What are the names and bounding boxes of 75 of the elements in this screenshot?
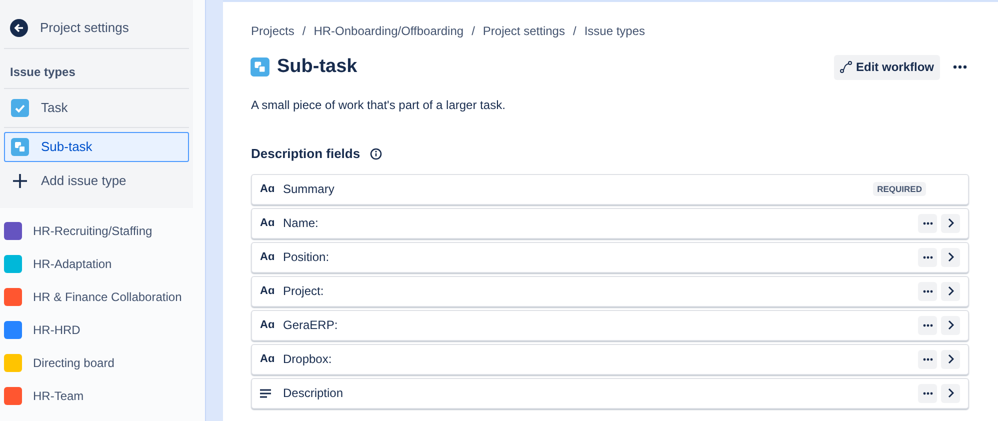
edit-workflow-button[interactable]: Edit workflow bbox=[834, 54, 940, 80]
more-icon bbox=[922, 290, 932, 292]
chevron-right-icon bbox=[948, 320, 954, 330]
more-icon bbox=[922, 256, 932, 258]
project-item[interactable]: HR-HRD bbox=[4, 313, 201, 346]
chevron-right-icon bbox=[948, 252, 954, 262]
expand-button[interactable] bbox=[941, 350, 960, 368]
breadcrumb-link[interactable]: Issue types bbox=[584, 22, 646, 40]
breadcrumb-link[interactable]: HR-Onboarding/Offboarding bbox=[314, 22, 464, 40]
field-more-button[interactable] bbox=[918, 350, 937, 368]
field-row[interactable]: Aɑ Project: bbox=[251, 276, 969, 306]
field-row[interactable]: Aɑ Name: bbox=[251, 208, 969, 238]
back-link[interactable]: Project settings bbox=[4, 14, 189, 42]
issue-type-item[interactable]: Task bbox=[4, 93, 189, 123]
field-name: Project: bbox=[283, 283, 325, 300]
field-name: Position: bbox=[283, 249, 330, 266]
issue-type-item[interactable]: Sub-task bbox=[4, 132, 189, 162]
text-field-icon: Aɑ bbox=[260, 214, 275, 232]
text-field-icon: Aɑ bbox=[260, 248, 275, 266]
field-row[interactable]: Aɑ Summary REQUIRED bbox=[251, 174, 969, 204]
breadcrumb-separator: / bbox=[302, 23, 306, 40]
breadcrumb-separator: / bbox=[572, 23, 576, 40]
checkbox-icon bbox=[11, 99, 29, 117]
expand-button[interactable] bbox=[941, 384, 960, 402]
field-name: Description bbox=[283, 385, 344, 402]
required-badge: REQUIRED bbox=[873, 182, 926, 196]
expand-button[interactable] bbox=[941, 316, 960, 334]
breadcrumb-separator: / bbox=[472, 23, 475, 40]
subtask-icon bbox=[11, 138, 29, 156]
field-row[interactable]: Aɑ Dropbox: bbox=[251, 344, 969, 374]
more-icon bbox=[922, 324, 932, 326]
field-more-button[interactable] bbox=[918, 282, 937, 300]
expand-button[interactable] bbox=[941, 248, 960, 266]
section-heading: Description fields bbox=[251, 145, 360, 163]
field-row[interactable]: Aɑ Position: bbox=[251, 242, 969, 272]
section-title: Issue types bbox=[9, 64, 76, 81]
more-icon bbox=[922, 222, 932, 224]
more-icon bbox=[922, 358, 932, 360]
field-more-button[interactable] bbox=[918, 384, 937, 402]
expand-button[interactable] bbox=[941, 282, 960, 300]
subtask-icon bbox=[250, 58, 270, 76]
project-item[interactable]: HR-Recruiting/Staffing bbox=[4, 214, 201, 247]
chevron-right-icon bbox=[948, 218, 954, 228]
more-icon bbox=[953, 65, 967, 69]
field-name: Name: bbox=[283, 215, 320, 232]
issue-type-description: A small piece of work that's part of a larger task. bbox=[251, 97, 506, 114]
chevron-right-icon bbox=[948, 354, 954, 364]
issue-type-item[interactable]: Add issue type bbox=[4, 166, 189, 196]
project-item[interactable]: HR-Adaptation bbox=[4, 247, 201, 280]
field-more-button[interactable] bbox=[918, 214, 937, 232]
info-icon bbox=[370, 148, 382, 160]
plus-icon bbox=[11, 172, 29, 190]
page-title: Sub-task bbox=[277, 54, 358, 79]
text-field-icon: Aɑ bbox=[260, 180, 275, 198]
field-name: Summary bbox=[283, 181, 336, 198]
text-field-icon: Aɑ bbox=[260, 350, 275, 368]
field-more-button[interactable] bbox=[918, 316, 937, 334]
field-row[interactable]: Aɑ GeraERP: bbox=[251, 310, 969, 340]
paragraph-icon bbox=[260, 388, 271, 398]
field-name: GeraERP: bbox=[283, 317, 339, 334]
text-field-icon: Aɑ bbox=[260, 282, 275, 300]
expand-button[interactable] bbox=[941, 214, 960, 232]
text-field-icon: Aɑ bbox=[260, 316, 275, 334]
field-row[interactable]: Description bbox=[251, 378, 969, 408]
workflow-icon bbox=[840, 61, 852, 73]
more-icon bbox=[922, 392, 932, 394]
project-item[interactable]: HR-Team bbox=[4, 379, 201, 412]
chevron-right-icon bbox=[948, 388, 954, 398]
project-item[interactable]: HR & Finance Collaboration bbox=[4, 280, 201, 313]
chevron-right-icon bbox=[948, 286, 954, 296]
breadcrumb-link[interactable]: Project settings bbox=[482, 22, 565, 40]
field-more-button[interactable] bbox=[918, 248, 937, 266]
project-item[interactable]: Directing board bbox=[4, 346, 201, 379]
field-name: Dropbox: bbox=[283, 351, 333, 368]
breadcrumb-link[interactable]: Projects bbox=[251, 22, 294, 40]
